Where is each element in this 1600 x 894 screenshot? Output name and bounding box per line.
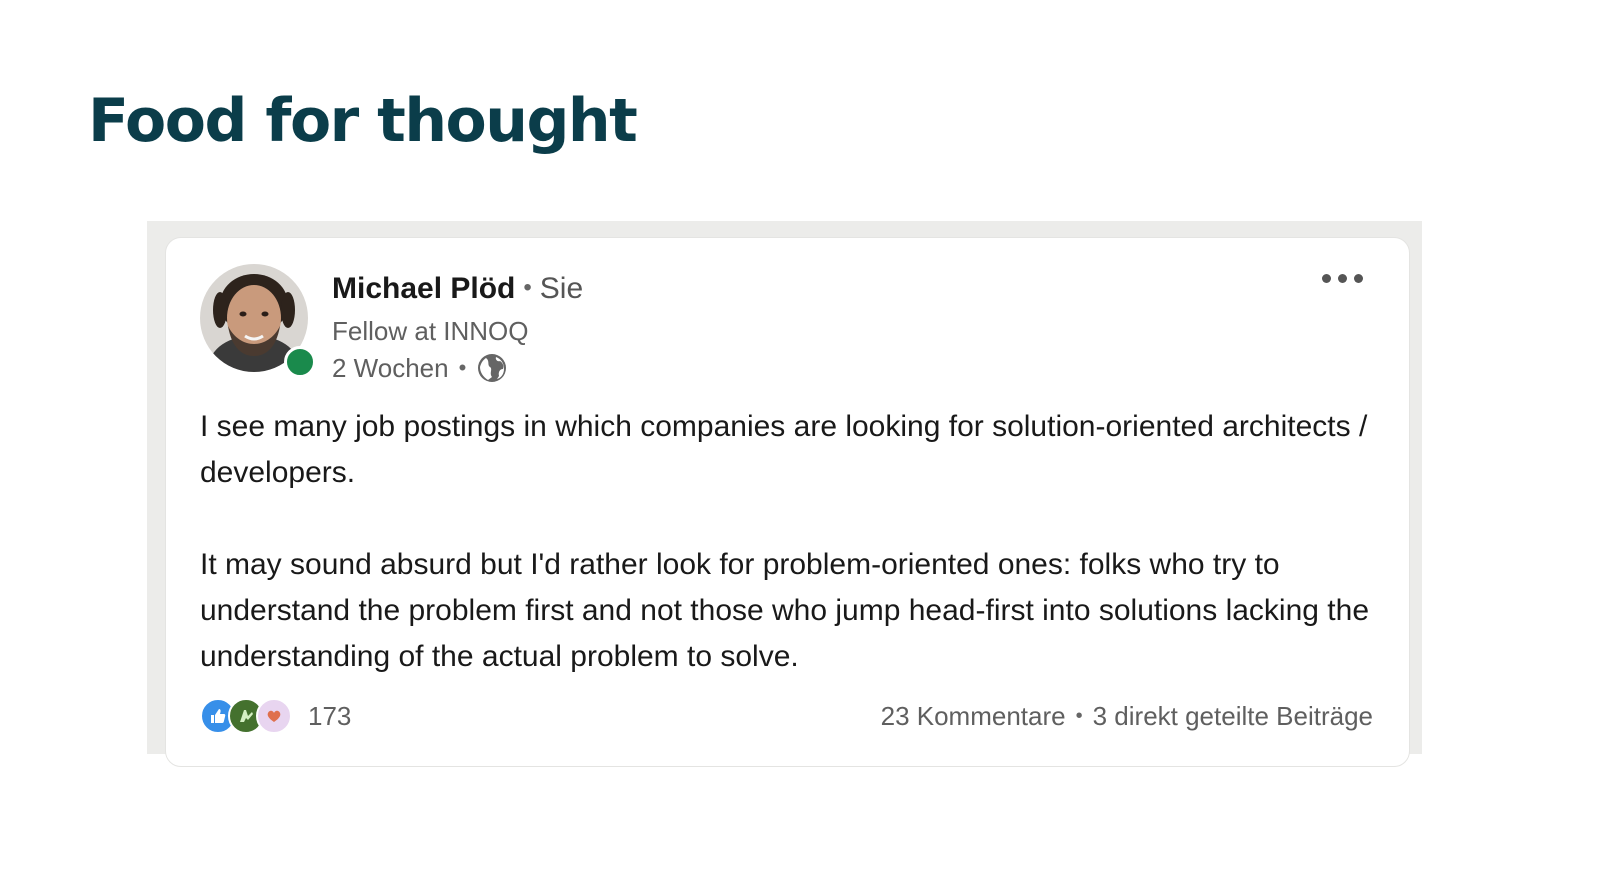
post-time: 2 Wochen — [332, 352, 449, 383]
love-icon — [256, 698, 292, 734]
connection-degree: Sie — [539, 272, 584, 305]
post-meta: 2 Wochen • — [332, 352, 508, 384]
separator-dot: • — [1075, 704, 1083, 727]
post-paragraph: I see many job postings in which compani… — [200, 410, 1368, 489]
post-card: Michael Plöd • Sie Fellow at INNOQ 2 Woche… — [165, 237, 1410, 767]
more-options-button[interactable] — [1316, 268, 1369, 289]
post-body: I see many job postings in which compani… — [200, 404, 1380, 680]
author-line: Michael Plöd • Sie — [332, 272, 583, 306]
reaction-icons — [200, 698, 292, 734]
social-counts-bar: 173 23 Kommentare • 3 direkt geteilte Be… — [200, 698, 1373, 734]
post-paragraph: It may sound absurd but I'd rather look … — [200, 548, 1370, 673]
reaction-count: 173 — [308, 700, 352, 731]
reactions-summary[interactable]: 173 — [200, 698, 351, 734]
author-headline: Fellow at INNOQ — [332, 316, 529, 346]
author-name[interactable]: Michael Plöd — [332, 272, 515, 305]
ellipsis-icon — [1322, 274, 1331, 283]
engagement-stats: 23 Kommentare • 3 direkt geteilte Beiträ… — [881, 701, 1373, 732]
globe-icon — [476, 352, 508, 384]
separator-dot: • — [523, 274, 532, 301]
reposts-count-link[interactable]: 3 direkt geteilte Beiträge — [1093, 701, 1373, 732]
separator-dot: • — [458, 355, 467, 380]
online-status-indicator — [284, 346, 316, 378]
slide-title: Food for thought — [88, 86, 638, 156]
comments-count-link[interactable]: 23 Kommentare — [881, 701, 1066, 732]
post-screenshot: Michael Plöd • Sie Fellow at INNOQ 2 Woche… — [147, 221, 1422, 767]
